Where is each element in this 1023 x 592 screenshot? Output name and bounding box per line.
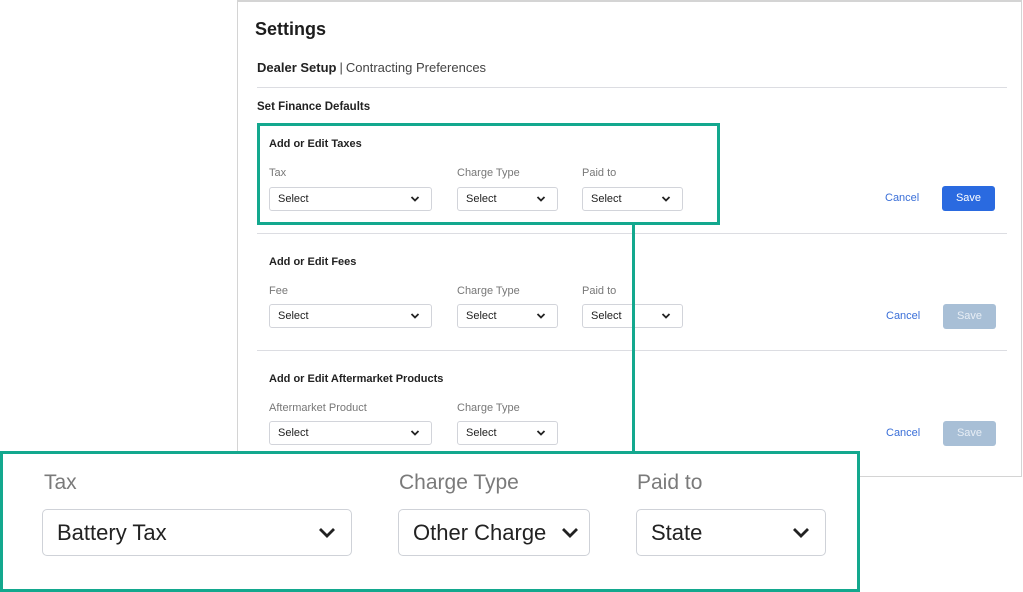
fee-select[interactable]: Select (269, 304, 432, 328)
fee-charge-type-value: Select (466, 310, 497, 322)
chevron-down-icon (536, 313, 546, 319)
zoom-paid-to-label: Paid to (637, 471, 703, 494)
breadcrumb: Dealer Setup | Contracting Preferences (257, 60, 486, 75)
zoom-charge-type-value: Other Charge (413, 520, 547, 545)
divider (257, 87, 1007, 88)
chevron-down-icon (410, 313, 420, 319)
fee-select-value: Select (278, 310, 309, 322)
fees-heading: Add or Edit Fees (269, 256, 357, 268)
chevron-down-icon (319, 528, 335, 538)
zoom-tax-select[interactable]: Battery Tax (42, 509, 352, 556)
aftermarket-product-label: Aftermarket Product (269, 402, 367, 414)
zoom-callout: Tax Charge Type Paid to Battery Tax Othe… (0, 451, 860, 592)
aftermarket-product-value: Select (278, 427, 309, 439)
chevron-down-icon (562, 528, 578, 538)
aftermarket-cancel-button[interactable]: Cancel (886, 427, 920, 439)
fee-paid-to-label: Paid to (582, 285, 617, 297)
section-title: Set Finance Defaults (257, 101, 371, 113)
tab-dealer-setup[interactable]: Dealer Setup (257, 60, 336, 75)
aftermarket-charge-type-label: Charge Type (457, 402, 520, 414)
fee-charge-type-label: Charge Type (457, 285, 520, 297)
zoom-charge-type-label: Charge Type (399, 471, 519, 494)
tab-contracting-preferences[interactable]: Contracting Preferences (346, 60, 486, 75)
highlight-box (257, 123, 720, 225)
zoom-tax-label: Tax (44, 471, 77, 494)
zoom-paid-to-value: State (651, 520, 703, 545)
aftermarket-product-select[interactable]: Select (269, 421, 432, 445)
taxes-save-button[interactable]: Save (942, 186, 995, 211)
zoom-charge-type-select[interactable]: Other Charge (398, 509, 590, 556)
aftermarket-charge-type-value: Select (466, 427, 497, 439)
fee-charge-type-select[interactable]: Select (457, 304, 558, 328)
chevron-down-icon (536, 430, 546, 436)
page-title: Settings (255, 19, 327, 39)
chevron-down-icon (410, 430, 420, 436)
fees-save-button[interactable]: Save (943, 304, 996, 329)
fee-label: Fee (269, 285, 288, 297)
zoom-tax-value: Battery Tax (57, 520, 167, 545)
aftermarket-charge-type-select[interactable]: Select (457, 421, 558, 445)
taxes-cancel-button[interactable]: Cancel (885, 192, 919, 204)
chevron-down-icon (793, 528, 809, 538)
zoom-paid-to-select[interactable]: State (636, 509, 826, 556)
breadcrumb-separator: | (339, 60, 343, 75)
aftermarket-save-button[interactable]: Save (943, 421, 996, 446)
aftermarket-heading: Add or Edit Aftermarket Products (269, 373, 444, 385)
fee-paid-to-value: Select (591, 310, 622, 322)
callout-connector (632, 225, 635, 453)
settings-panel: Settings Dealer Setup | Contracting Prefer… (237, 0, 1022, 477)
chevron-down-icon (661, 313, 671, 319)
fees-cancel-button[interactable]: Cancel (886, 310, 920, 322)
